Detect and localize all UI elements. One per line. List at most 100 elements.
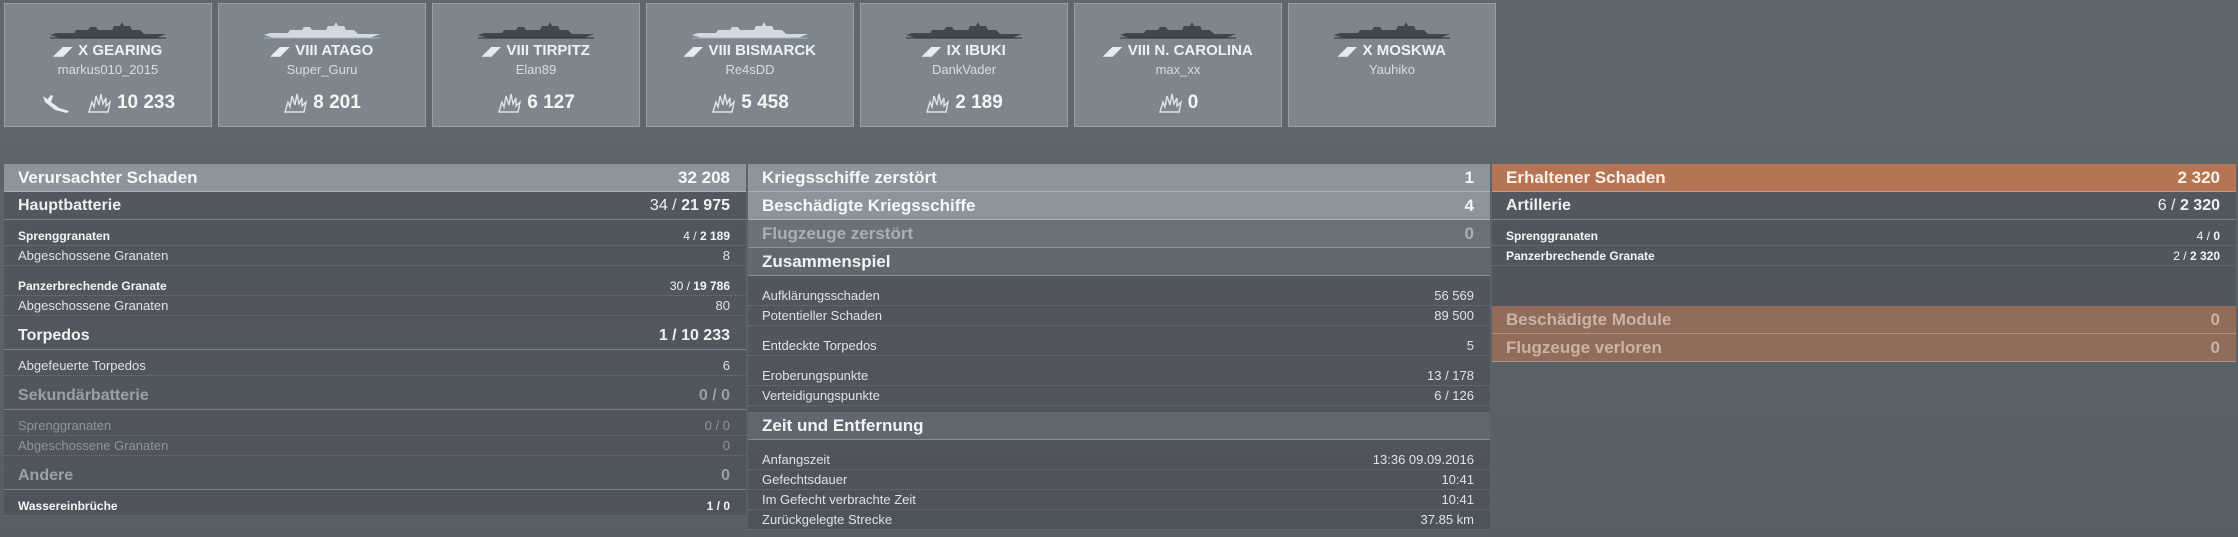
teamplay-label: Potentieller Schaden <box>762 308 882 323</box>
flooding-label: Wassereinbrüche <box>18 498 118 513</box>
secondary-value: 0 / 0 <box>698 386 730 404</box>
ship-tier: VIII <box>295 42 318 59</box>
time-row: Zurückgelegte Strecke 37.85 km <box>748 510 1490 530</box>
torpedo-hits: 1 <box>658 326 668 344</box>
ship-class-icon: ◢◤ <box>1103 44 1122 58</box>
torpedo-value: 1 / 10 233 <box>659 327 730 345</box>
separator: / <box>667 196 682 214</box>
ship-damage-value: 6 127 <box>527 92 575 113</box>
damage-received-total: 2 320 <box>2177 167 2220 187</box>
spacer <box>748 440 1490 450</box>
damage-dealt-header: Verursachter Schaden 32 208 <box>4 164 746 192</box>
received-he-value: 4 / 0 <box>2197 229 2220 243</box>
damage-burst-icon <box>284 93 308 113</box>
ship-name: ◢◤ VIII ATAGO <box>219 42 425 59</box>
secondary-label: Sekundärbatterie <box>18 386 149 404</box>
separator: / <box>667 326 682 344</box>
ship-card[interactable]: ◢◤ IX IBUKI DankVader 2 189 <box>860 3 1068 127</box>
ship-image <box>690 20 810 40</box>
damage-burst-icon <box>926 93 950 113</box>
ships-damaged-label: Beschädigte Kriegsschiffe <box>762 195 976 215</box>
time-row: Anfangszeit 13:36 09.09.2016 <box>748 450 1490 470</box>
torpedo-fired-label: Abgefeuerte Torpedos <box>18 358 146 373</box>
ship-card[interactable]: ◢◤ VIII TIRPITZ Elan89 6 127 <box>432 3 640 127</box>
ships-damaged-row: Beschädigte Kriegsschiffe 4 <box>748 192 1490 220</box>
ship-card[interactable]: ◢◤ VIII N. CAROLINA max_xx 0 <box>1074 3 1282 127</box>
teamplay-label: Aufklärungsschaden <box>762 288 880 303</box>
spacer <box>748 326 1490 336</box>
player-name: Elan89 <box>515 62 557 77</box>
ap-row: Panzerbrechende Granate 30 / 19 786 <box>4 276 746 296</box>
torpedo-fired-row: Abgefeuerte Torpedos 6 <box>4 356 746 376</box>
ship-image <box>48 20 168 40</box>
secondary-he-label: Sprenggranaten <box>18 418 112 433</box>
ship-silhouette-icon <box>906 22 1022 39</box>
secondary-fired-row: Abgeschossene Granaten 0 <box>4 436 746 456</box>
ship-title: BISMARCK <box>735 42 816 59</box>
he-fired-label: Abgeschossene Granaten <box>18 248 169 263</box>
ship-card[interactable]: ◢◤ X MOSKWA Yauhiko <box>1288 3 1496 127</box>
ship-cards: ◢◤ X GEARING markus010_2015 10 233 ◢◤ VIII AT… <box>4 3 1496 127</box>
main-battery-hits: 34 <box>649 196 668 214</box>
received-he-row: Sprenggranaten 4 / 0 <box>1492 226 2236 246</box>
time-label: Anfangszeit <box>762 452 830 467</box>
ship-title: ATAGO <box>321 42 374 59</box>
artillery-value: 6 / 2 320 <box>2158 197 2220 215</box>
torpedo-label: Torpedos <box>18 326 90 344</box>
ships-damaged-value: 4 <box>1464 195 1474 215</box>
damage-received-title: Erhaltener Schaden <box>1506 167 1666 187</box>
ship-name: ◢◤ VIII N. CAROLINA <box>1075 42 1281 59</box>
time-row: Im Gefecht verbrachte Zeit 10:41 <box>748 490 1490 510</box>
spacer <box>748 276 1490 286</box>
damaged-modules-label: Beschädigte Module <box>1506 309 1672 329</box>
received-ap-row: Panzerbrechende Granate 2 / 2 320 <box>1492 246 2236 266</box>
ship-title: IBUKI <box>964 42 1006 59</box>
he-label: Sprenggranaten <box>18 228 111 243</box>
separator: / <box>2166 196 2180 214</box>
time-value: 10:41 <box>1441 472 1474 487</box>
teamplay-rows: Aufklärungsschaden 56 569 Potentieller Sch… <box>748 286 1490 406</box>
spacer <box>4 266 746 276</box>
ship-card[interactable]: ◢◤ VIII BISMARCK Re4sDD 5 458 <box>646 3 854 127</box>
teamplay-row: Verteidigungspunkte 6 / 126 <box>748 386 1490 406</box>
combat-panel: Kriegsschiffe zerstört 1 Beschädigte Kri… <box>748 164 1490 530</box>
player-name: DankVader <box>931 62 997 77</box>
time-value: 10:41 <box>1441 492 1474 507</box>
time-row: Gefechtsdauer 10:41 <box>748 470 1490 490</box>
ship-title: GEARING <box>92 42 163 59</box>
he-hits: 4 <box>683 228 690 243</box>
secondary-fired-value: 0 <box>722 438 730 453</box>
artillery-damage: 2 320 <box>2179 196 2220 214</box>
main-battery-damage: 21 975 <box>681 196 730 214</box>
time-header: Zeit und Entfernung <box>748 412 1490 440</box>
torpedo-fired-value: 6 <box>722 358 730 373</box>
ship-damage-value: 10 233 <box>116 92 176 113</box>
time-value: 37.85 km <box>1420 512 1474 527</box>
player-name: Yauhiko <box>1368 62 1415 77</box>
ship-damage: 5 458 <box>647 92 853 114</box>
player-name: markus010_2015 <box>57 62 159 77</box>
flooding-value: 1 / 0 <box>707 499 730 513</box>
separator: / <box>683 278 694 293</box>
teamplay-title: Zusammenspiel <box>762 251 891 271</box>
main-battery-label: Hauptbatterie <box>18 196 122 214</box>
artillery-label: Artillerie <box>1506 196 1571 214</box>
ship-silhouette-icon <box>1120 22 1236 39</box>
spacer <box>1492 266 2236 306</box>
teamplay-value: 6 / 126 <box>1434 388 1474 403</box>
ship-class-icon: ◢◤ <box>482 44 501 58</box>
ship-card[interactable]: ◢◤ VIII ATAGO Super_Guru 8 201 <box>218 3 426 127</box>
ship-class-icon: ◢◤ <box>1338 44 1357 58</box>
ship-card[interactable]: ◢◤ X GEARING markus010_2015 10 233 <box>4 3 212 127</box>
time-title: Zeit und Entfernung <box>762 415 924 435</box>
received-ap-value: 2 / 2 320 <box>2173 249 2220 263</box>
planes-destroyed-value: 0 <box>1464 223 1474 243</box>
time-rows: Anfangszeit 13:36 09.09.2016 Gefechtsdauer… <box>748 450 1490 530</box>
ship-silhouette-icon <box>50 22 166 39</box>
teamplay-value: 13 / 178 <box>1427 368 1474 383</box>
secondary-he-row: Sprenggranaten 0 / 0 <box>4 416 746 436</box>
he-damage: 2 189 <box>699 228 730 243</box>
ship-image <box>476 20 596 40</box>
received-ap-label: Panzerbrechende Granate <box>1506 248 1655 263</box>
ship-image <box>262 20 382 40</box>
